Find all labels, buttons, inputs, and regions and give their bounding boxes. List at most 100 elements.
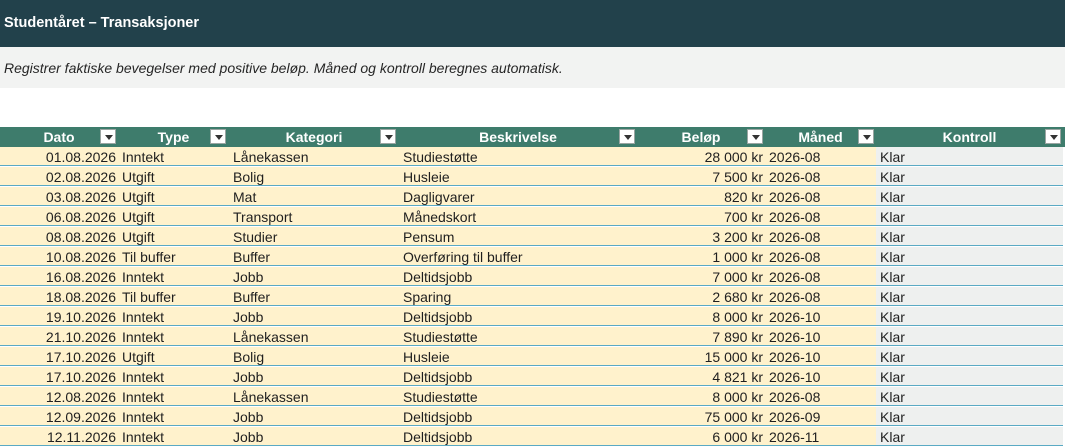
cell-belop[interactable]: 3 200 kr <box>637 227 765 246</box>
cell-kategori[interactable]: Jobb <box>229 267 399 286</box>
cell-beskrivelse[interactable]: Deltidsjobb <box>399 407 637 426</box>
cell-dato[interactable]: 12.08.2026 <box>0 387 118 406</box>
cell-belop[interactable]: 28 000 kr <box>637 147 765 166</box>
cell-dato[interactable]: 16.08.2026 <box>0 267 118 286</box>
cell-kategori[interactable]: Lånekassen <box>229 387 399 406</box>
cell-dato[interactable]: 19.10.2026 <box>0 307 118 326</box>
cell-kategori[interactable]: Jobb <box>229 427 399 446</box>
cell-kontroll[interactable]: Klar <box>876 287 1063 306</box>
cell-type[interactable]: Utgift <box>118 167 229 186</box>
cell-kontroll[interactable]: Klar <box>876 387 1063 406</box>
cell-kategori[interactable]: Jobb <box>229 367 399 386</box>
cell-beskrivelse[interactable]: Dagligvarer <box>399 187 637 206</box>
filter-dropdown-icon[interactable] <box>1045 129 1061 144</box>
cell-belop[interactable]: 820 kr <box>637 187 765 206</box>
cell-type[interactable]: Inntekt <box>118 387 229 406</box>
cell-kontroll[interactable]: Klar <box>876 267 1063 286</box>
cell-kontroll[interactable]: Klar <box>876 207 1063 226</box>
cell-belop[interactable]: 15 000 kr <box>637 347 765 366</box>
cell-belop[interactable]: 2 680 kr <box>637 287 765 306</box>
cell-type[interactable]: Utgift <box>118 347 229 366</box>
cell-beskrivelse[interactable]: Overføring til buffer <box>399 247 637 266</box>
cell-type[interactable]: Utgift <box>118 207 229 226</box>
cell-beskrivelse[interactable]: Deltidsjobb <box>399 367 637 386</box>
cell-beskrivelse[interactable]: Husleie <box>399 167 637 186</box>
cell-beskrivelse[interactable]: Sparing <box>399 287 637 306</box>
cell-maned[interactable]: 2026-08 <box>765 147 876 166</box>
cell-belop[interactable]: 6 000 kr <box>637 427 765 446</box>
cell-type[interactable]: Inntekt <box>118 427 229 446</box>
cell-belop[interactable]: 4 821 kr <box>637 367 765 386</box>
cell-maned[interactable]: 2026-10 <box>765 307 876 326</box>
cell-dato[interactable]: 12.11.2026 <box>0 427 118 446</box>
cell-type[interactable]: Inntekt <box>118 307 229 326</box>
cell-kategori[interactable]: Studier <box>229 227 399 246</box>
filter-dropdown-icon[interactable] <box>210 129 226 144</box>
cell-maned[interactable]: 2026-08 <box>765 287 876 306</box>
cell-kategori[interactable]: Mat <box>229 187 399 206</box>
cell-kontroll[interactable]: Klar <box>876 147 1063 166</box>
cell-beskrivelse[interactable]: Deltidsjobb <box>399 267 637 286</box>
cell-type[interactable]: Inntekt <box>118 327 229 346</box>
column-header-kategori[interactable]: Kategori <box>229 127 399 147</box>
cell-kategori[interactable]: Bolig <box>229 167 399 186</box>
cell-beskrivelse[interactable]: Deltidsjobb <box>399 307 637 326</box>
cell-belop[interactable]: 7 500 kr <box>637 167 765 186</box>
cell-kontroll[interactable]: Klar <box>876 227 1063 246</box>
cell-belop[interactable]: 8 000 kr <box>637 307 765 326</box>
cell-dato[interactable]: 17.10.2026 <box>0 367 118 386</box>
cell-kategori[interactable]: Buffer <box>229 247 399 266</box>
cell-dato[interactable]: 06.08.2026 <box>0 207 118 226</box>
cell-type[interactable]: Til buffer <box>118 247 229 266</box>
column-header-kontroll[interactable]: Kontroll <box>876 127 1063 147</box>
cell-dato[interactable]: 17.10.2026 <box>0 347 118 366</box>
filter-dropdown-icon[interactable] <box>380 129 396 144</box>
column-header-beskrivelse[interactable]: Beskrivelse <box>399 127 637 147</box>
cell-beskrivelse[interactable]: Studiestøtte <box>399 327 637 346</box>
cell-belop[interactable]: 8 000 kr <box>637 387 765 406</box>
filter-dropdown-icon[interactable] <box>619 129 635 144</box>
cell-kategori[interactable]: Jobb <box>229 407 399 426</box>
cell-belop[interactable]: 700 kr <box>637 207 765 226</box>
cell-maned[interactable]: 2026-08 <box>765 387 876 406</box>
cell-dato[interactable]: 01.08.2026 <box>0 147 118 166</box>
cell-dato[interactable]: 08.08.2026 <box>0 227 118 246</box>
cell-kontroll[interactable]: Klar <box>876 327 1063 346</box>
cell-dato[interactable]: 02.08.2026 <box>0 167 118 186</box>
cell-maned[interactable]: 2026-08 <box>765 207 876 226</box>
cell-kategori[interactable]: Transport <box>229 207 399 226</box>
cell-type[interactable]: Inntekt <box>118 367 229 386</box>
cell-belop[interactable]: 7 000 kr <box>637 267 765 286</box>
cell-dato[interactable]: 10.08.2026 <box>0 247 118 266</box>
cell-belop[interactable]: 75 000 kr <box>637 407 765 426</box>
cell-kontroll[interactable]: Klar <box>876 167 1063 186</box>
cell-beskrivelse[interactable]: Pensum <box>399 227 637 246</box>
cell-type[interactable]: Inntekt <box>118 407 229 426</box>
cell-kontroll[interactable]: Klar <box>876 247 1063 266</box>
cell-kontroll[interactable]: Klar <box>876 347 1063 366</box>
cell-beskrivelse[interactable]: Deltidsjobb <box>399 427 637 446</box>
cell-maned[interactable]: 2026-08 <box>765 247 876 266</box>
filter-dropdown-icon[interactable] <box>858 129 874 144</box>
cell-beskrivelse[interactable]: Studiestøtte <box>399 147 637 166</box>
cell-kategori[interactable]: Lånekassen <box>229 327 399 346</box>
cell-dato[interactable]: 12.09.2026 <box>0 407 118 426</box>
cell-maned[interactable]: 2026-11 <box>765 427 876 446</box>
cell-type[interactable]: Utgift <box>118 227 229 246</box>
cell-kontroll[interactable]: Klar <box>876 307 1063 326</box>
cell-maned[interactable]: 2026-08 <box>765 267 876 286</box>
cell-beskrivelse[interactable]: Husleie <box>399 347 637 366</box>
cell-maned[interactable]: 2026-08 <box>765 187 876 206</box>
cell-type[interactable]: Utgift <box>118 187 229 206</box>
cell-maned[interactable]: 2026-10 <box>765 327 876 346</box>
cell-beskrivelse[interactable]: Månedskort <box>399 207 637 226</box>
cell-kategori[interactable]: Lånekassen <box>229 147 399 166</box>
column-header-belop[interactable]: Beløp <box>637 127 765 147</box>
cell-maned[interactable]: 2026-08 <box>765 167 876 186</box>
cell-maned[interactable]: 2026-08 <box>765 227 876 246</box>
cell-type[interactable]: Inntekt <box>118 147 229 166</box>
cell-maned[interactable]: 2026-10 <box>765 347 876 366</box>
cell-dato[interactable]: 21.10.2026 <box>0 327 118 346</box>
filter-dropdown-icon[interactable] <box>100 129 116 144</box>
cell-kategori[interactable]: Bolig <box>229 347 399 366</box>
